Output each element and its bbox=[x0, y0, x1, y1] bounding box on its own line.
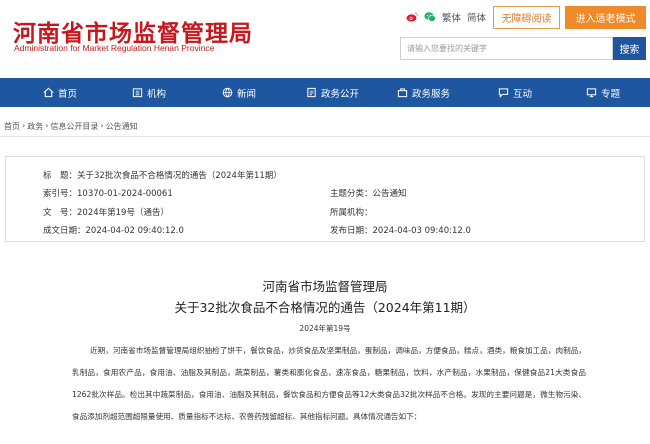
info-docno-value: 2024年第19号（通告） bbox=[77, 208, 169, 218]
info-docno-row: 文 号：2024年第19号（通告） bbox=[43, 206, 169, 218]
search-input[interactable]: 请输入您要找的关键字 bbox=[400, 37, 613, 60]
info-created-label: 成文日期： bbox=[43, 226, 86, 236]
nav-item-news[interactable]: 新闻 bbox=[222, 78, 256, 107]
nav-item-topics[interactable]: 专题 bbox=[586, 78, 620, 107]
main-nav: 首页 机构 新闻 政务公开 政务服务 互动 专题 bbox=[0, 78, 650, 107]
document-icon bbox=[307, 87, 316, 98]
globe-icon bbox=[222, 87, 233, 98]
site-logo-subtitle: Administration for Market Regulation Hen… bbox=[14, 43, 215, 53]
nav-item-gov-service[interactable]: 政务服务 bbox=[397, 78, 450, 107]
info-category-row: 主题分类：公告通知 bbox=[330, 187, 407, 199]
info-published-value: 2024-04-03 09:40:12.0 bbox=[372, 226, 471, 236]
info-created-value: 2024-04-02 09:40:12.0 bbox=[85, 226, 184, 236]
info-published-row: 发布日期：2024-04-03 09:40:12.0 bbox=[330, 224, 471, 236]
article-heading-title: 关于32批次食品不合格情况的通告（2024年第11期） bbox=[174, 300, 476, 315]
wechat-icon[interactable] bbox=[424, 11, 436, 23]
search-button[interactable]: 搜索 bbox=[613, 37, 646, 60]
breadcrumb-gov[interactable]: 政务 bbox=[27, 121, 43, 132]
article-body: 近期，河南省市场监督管理局组织抽检了饼干，餐饮食品，炒货食品及坚果制品，蛋制品，… bbox=[72, 346, 586, 421]
nav-label: 首页 bbox=[58, 88, 78, 100]
document-info-table: 标 题：关于32批次食品不合格情况的通告（2024年第11期） 索引号：1037… bbox=[5, 156, 645, 242]
service-icon bbox=[397, 88, 408, 98]
breadcrumb-separator: › bbox=[45, 121, 49, 130]
nav-item-gov-affairs[interactable]: 政务公开 bbox=[306, 78, 359, 107]
info-index-row: 索引号：10370-01-2024-00061 bbox=[43, 187, 173, 199]
breadcrumb-home[interactable]: 首页 bbox=[4, 121, 20, 132]
nav-item-interaction[interactable]: 互动 bbox=[498, 78, 532, 107]
traditional-link[interactable]: 繁体 bbox=[442, 10, 461, 24]
article-doc-number: 2024年第19号 bbox=[299, 324, 351, 333]
breadcrumb-catalog[interactable]: 信息公开目录 bbox=[50, 121, 98, 132]
info-category-value: 公告通知 bbox=[372, 189, 407, 199]
info-created-row: 成文日期：2024-04-02 09:40:12.0 bbox=[43, 224, 184, 236]
info-index-value: 10370-01-2024-00061 bbox=[77, 189, 173, 199]
site-header: 河南省市场监督管理局 Administration for Market Reg… bbox=[0, 0, 650, 78]
nav-label: 专题 bbox=[601, 88, 621, 100]
nav-label: 机构 bbox=[147, 88, 167, 100]
nav-item-institution[interactable]: 机构 bbox=[132, 78, 166, 107]
info-docno-label: 文 号： bbox=[43, 208, 78, 218]
breadcrumb-separator: › bbox=[22, 121, 26, 130]
breadcrumb-divider bbox=[0, 136, 650, 137]
weibo-icon[interactable] bbox=[406, 11, 418, 23]
article-heading-org: 河南省市场监督管理局 bbox=[262, 279, 388, 294]
info-title-row: 标 题：关于32批次食品不合格情况的通告（2024年第11期） bbox=[43, 169, 282, 181]
breadcrumb-separator: › bbox=[100, 121, 104, 130]
top-tools: 繁体 简体 bbox=[406, 9, 486, 25]
monitor-icon bbox=[586, 88, 597, 98]
elder-mode-button[interactable]: 进入适老模式 bbox=[565, 6, 646, 29]
info-category-label: 主题分类： bbox=[330, 189, 373, 199]
info-org-label: 所属机构： bbox=[330, 208, 373, 218]
info-published-label: 发布日期： bbox=[330, 226, 373, 236]
simplified-link[interactable]: 简体 bbox=[467, 10, 486, 24]
nav-label: 政务服务 bbox=[412, 88, 451, 100]
nav-item-home[interactable]: 首页 bbox=[43, 78, 77, 107]
info-org-row: 所属机构： bbox=[330, 206, 373, 218]
breadcrumb: 首页 › 政务 › 信息公开目录 › 公告通知 bbox=[4, 121, 138, 132]
nav-label: 新闻 bbox=[237, 88, 257, 100]
nav-label: 政务公开 bbox=[321, 88, 360, 100]
building-icon bbox=[132, 88, 143, 98]
info-title-label: 标 题： bbox=[43, 171, 78, 181]
home-icon bbox=[43, 87, 54, 98]
chat-icon bbox=[498, 88, 509, 98]
info-index-label: 索引号： bbox=[43, 189, 78, 199]
nav-label: 互动 bbox=[513, 88, 533, 100]
info-title-value: 关于32批次食品不合格情况的通告（2024年第11期） bbox=[77, 171, 282, 181]
accessibility-button[interactable]: 无障碍阅读 bbox=[493, 6, 560, 29]
breadcrumb-notices[interactable]: 公告通知 bbox=[106, 121, 138, 132]
